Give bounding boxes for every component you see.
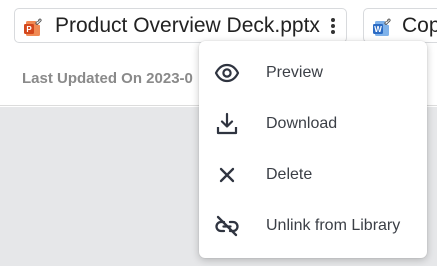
last-updated-text: Last Updated On 2023-0 [22, 70, 193, 87]
file-context-menu: Preview Download Delete Unlink from Libr… [199, 41, 427, 258]
kebab-dot [331, 18, 335, 22]
kebab-dot [331, 24, 335, 28]
eye-icon [214, 60, 240, 86]
file-name: Product Overview Deck.pptx [55, 14, 320, 37]
kebab-dot [331, 30, 335, 34]
menu-item-download[interactable]: Download [199, 98, 427, 149]
download-icon [214, 111, 240, 137]
page: P Product Overview Deck.pptx W Cop Last … [0, 0, 437, 266]
menu-item-label: Download [266, 114, 338, 132]
menu-item-label: Preview [266, 63, 323, 81]
more-options-icon[interactable] [328, 17, 338, 35]
menu-item-delete[interactable]: Delete [199, 149, 427, 200]
file-chip-product-overview[interactable]: P Product Overview Deck.pptx [14, 8, 347, 43]
svg-text:P: P [26, 25, 32, 34]
powerpoint-linked-icon: P [23, 16, 45, 38]
svg-text:W: W [374, 25, 382, 34]
menu-item-label: Delete [266, 165, 313, 183]
close-icon [214, 162, 240, 188]
menu-item-preview[interactable]: Preview [199, 47, 427, 98]
word-linked-icon: W [372, 16, 394, 38]
menu-item-label: Unlink from Library [266, 216, 401, 234]
menu-item-unlink[interactable]: Unlink from Library [199, 200, 427, 251]
file-name: Cop [402, 14, 437, 37]
unlink-icon [214, 213, 240, 239]
file-chip-cop[interactable]: W Cop [363, 8, 437, 43]
